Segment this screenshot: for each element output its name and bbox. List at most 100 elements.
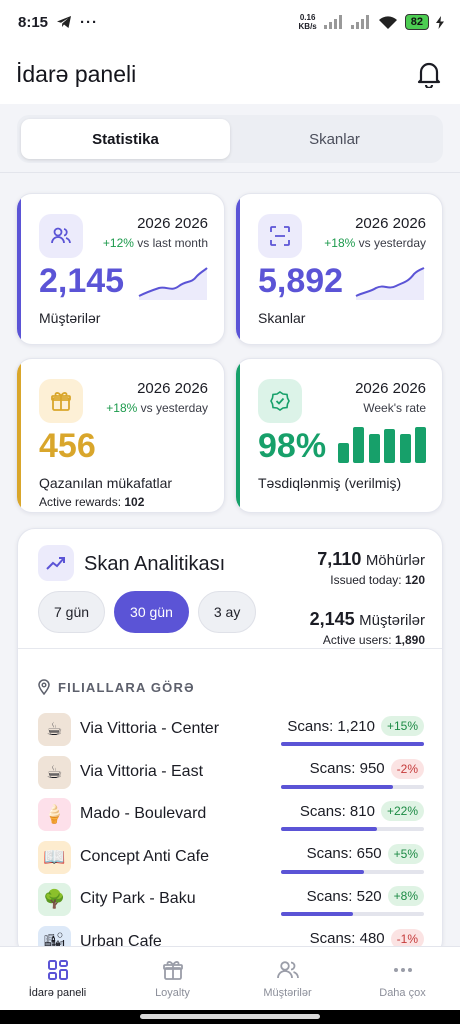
- card-accent: [17, 194, 21, 344]
- scan-icon: [258, 214, 302, 258]
- card-label: Skanlar: [258, 310, 306, 326]
- branch-scans: Scans: 480: [309, 930, 385, 947]
- coffee-icon: ☕: [38, 713, 71, 746]
- weekly-rate-bar: [399, 434, 411, 463]
- card-value: 5,892: [258, 262, 344, 300]
- users-icon: [39, 214, 83, 258]
- change-badge: -2%: [390, 758, 424, 779]
- weekly-rate-bar: [415, 427, 426, 463]
- status-bar: 8:15 ··· 0.16 KB/s 82: [0, 0, 460, 44]
- signal-icon-2: [350, 15, 369, 29]
- status-time: 8:15: [18, 13, 49, 31]
- weekly-rate-bar: [384, 428, 396, 463]
- branch-name: Concept Anti Cafe: [80, 847, 209, 865]
- period-30-days[interactable]: 30 gün: [114, 591, 189, 633]
- branch-stats: Scans: 520 +8%: [307, 886, 424, 906]
- period-selector: 7 gün 30 gün 3 ay: [38, 591, 257, 633]
- card-accent: [17, 359, 21, 512]
- bell-icon[interactable]: [416, 60, 442, 88]
- branch-scans: Scans: 810: [299, 802, 375, 820]
- coffee-icon: ☕: [38, 755, 71, 789]
- view-tabs: Statistika Skanlar: [17, 115, 443, 163]
- branch-row[interactable]: 🌳 City Park - Baku Scans: 520 +8%: [38, 883, 424, 919]
- tab-statistika[interactable]: Statistika: [21, 119, 230, 159]
- branch-stats: Scans: 950 -2%: [309, 758, 424, 779]
- branch-row[interactable]: ☕ Via Vittoria - Center Scans: 1,210 +15%: [38, 713, 424, 749]
- card-year: 2026 2026: [355, 215, 426, 232]
- card-delta: +18% vs yesterday: [324, 236, 426, 250]
- battery-indicator: 82: [404, 14, 429, 30]
- section-header: FILIALLARA GÖRƏ: [38, 679, 195, 695]
- book-icon: 📖: [38, 840, 71, 874]
- scan-share-bar: [281, 869, 424, 874]
- branch-stats: Scans: 1,210 +15%: [287, 716, 424, 736]
- change-badge: +22%: [380, 801, 424, 821]
- change-badge: +8%: [387, 886, 424, 906]
- more-icon: [393, 968, 412, 972]
- scan-share-fill: [281, 869, 364, 874]
- tab-skanlar[interactable]: Skanlar: [230, 119, 439, 159]
- change-badge: +15%: [380, 716, 424, 736]
- nav-more[interactable]: Daha çox: [345, 947, 460, 1010]
- park-icon: 🌳: [38, 883, 71, 916]
- scan-analytics-panel: Skan Analitikası 7,110 Möhürlər Issued t…: [17, 528, 443, 958]
- weekly-rate-bar: [353, 427, 365, 463]
- card-delta: Week's rate: [363, 401, 426, 415]
- change-badge: +5%: [387, 843, 424, 864]
- branch-stats: Scans: 650 +5%: [306, 843, 424, 864]
- branch-row[interactable]: 📖 Concept Anti Cafe Scans: 650 +5%: [38, 840, 424, 877]
- ice-cream-icon: 🍦: [38, 798, 71, 831]
- card-value: 456: [39, 427, 96, 465]
- rewards-card[interactable]: 2026 2026 +18% vs yesterday 456 Qazanıla…: [16, 358, 225, 513]
- nav-loyalty[interactable]: Loyalty: [115, 947, 230, 1010]
- scan-share-fill: [281, 912, 353, 916]
- divider: [18, 648, 442, 649]
- branch-name: City Park - Baku: [80, 890, 196, 907]
- period-7-days[interactable]: 7 gün: [38, 591, 106, 633]
- branch-scans: Scans: 950: [309, 760, 385, 777]
- scans-card[interactable]: 2026 2026 +18% vs yesterday 5,892 Skanla…: [235, 193, 443, 345]
- scan-share-bar: [281, 784, 424, 789]
- card-sub: Active rewards: 102: [39, 495, 145, 509]
- gift-icon: [39, 379, 83, 423]
- card-label: Təsdiqlənmiş (verilmiş): [258, 475, 402, 491]
- divider: [0, 172, 460, 173]
- scan-share-bar: [281, 912, 424, 916]
- branch-name: Via Vittoria - Center: [80, 720, 220, 737]
- system-home-bar: [0, 1010, 460, 1024]
- scan-share-bar: [281, 742, 424, 746]
- network-speed: 0.16 KB/s: [298, 13, 317, 31]
- branch-scans: Scans: 650: [306, 845, 382, 862]
- charging-icon: [436, 15, 444, 29]
- trend-sparkline: [138, 267, 208, 300]
- trending-up-icon: [38, 545, 74, 581]
- users-icon: [276, 961, 299, 979]
- approved-card[interactable]: 2026 2026 Week's rate 98% Təsdiqlənmiş (…: [235, 358, 443, 513]
- weekly-rate-bar: [338, 443, 349, 463]
- branch-scans: Scans: 520: [306, 887, 382, 905]
- nav-dashboard[interactable]: İdarə paneli: [0, 947, 115, 1010]
- wifi-icon: [378, 15, 397, 29]
- scan-share-fill: [281, 827, 377, 831]
- customers-card[interactable]: 2026 2026 +12% vs last month 2,145 Müştə…: [16, 193, 225, 345]
- card-delta: +12% vs last month: [102, 236, 208, 250]
- branch-row[interactable]: ☕ Via Vittoria - East Scans: 950 -2%: [38, 755, 424, 792]
- gift-icon: [162, 961, 183, 980]
- card-year: 2026 2026: [137, 380, 208, 397]
- app-header: İdarə paneli: [0, 44, 460, 104]
- card-year: 2026 2026: [355, 380, 426, 397]
- nav-customers[interactable]: Müştərilər: [230, 947, 345, 1010]
- period-3-months[interactable]: 3 ay: [197, 591, 257, 633]
- page-title: İdarə paneli: [16, 60, 137, 87]
- dashboard-icon: [47, 960, 68, 980]
- branch-row[interactable]: 🍦 Mado - Boulevard Scans: 810 +22%: [38, 798, 424, 834]
- scan-share-fill: [281, 742, 424, 746]
- weekly-rate-bars: [338, 427, 426, 463]
- card-year: 2026 2026: [137, 215, 208, 232]
- bottom-navigation: İdarə paneli Loyalty Müştərilər Daha çox: [0, 946, 460, 1010]
- location-pin-icon: [38, 679, 50, 695]
- scan-share-bar: [281, 827, 424, 831]
- card-value: 98%: [258, 427, 327, 465]
- stamps-stat: 7,110 Möhürlər Issued today: 120: [317, 549, 425, 587]
- users-stat: 2,145 Müştərilər Active users: 1,890: [309, 609, 425, 647]
